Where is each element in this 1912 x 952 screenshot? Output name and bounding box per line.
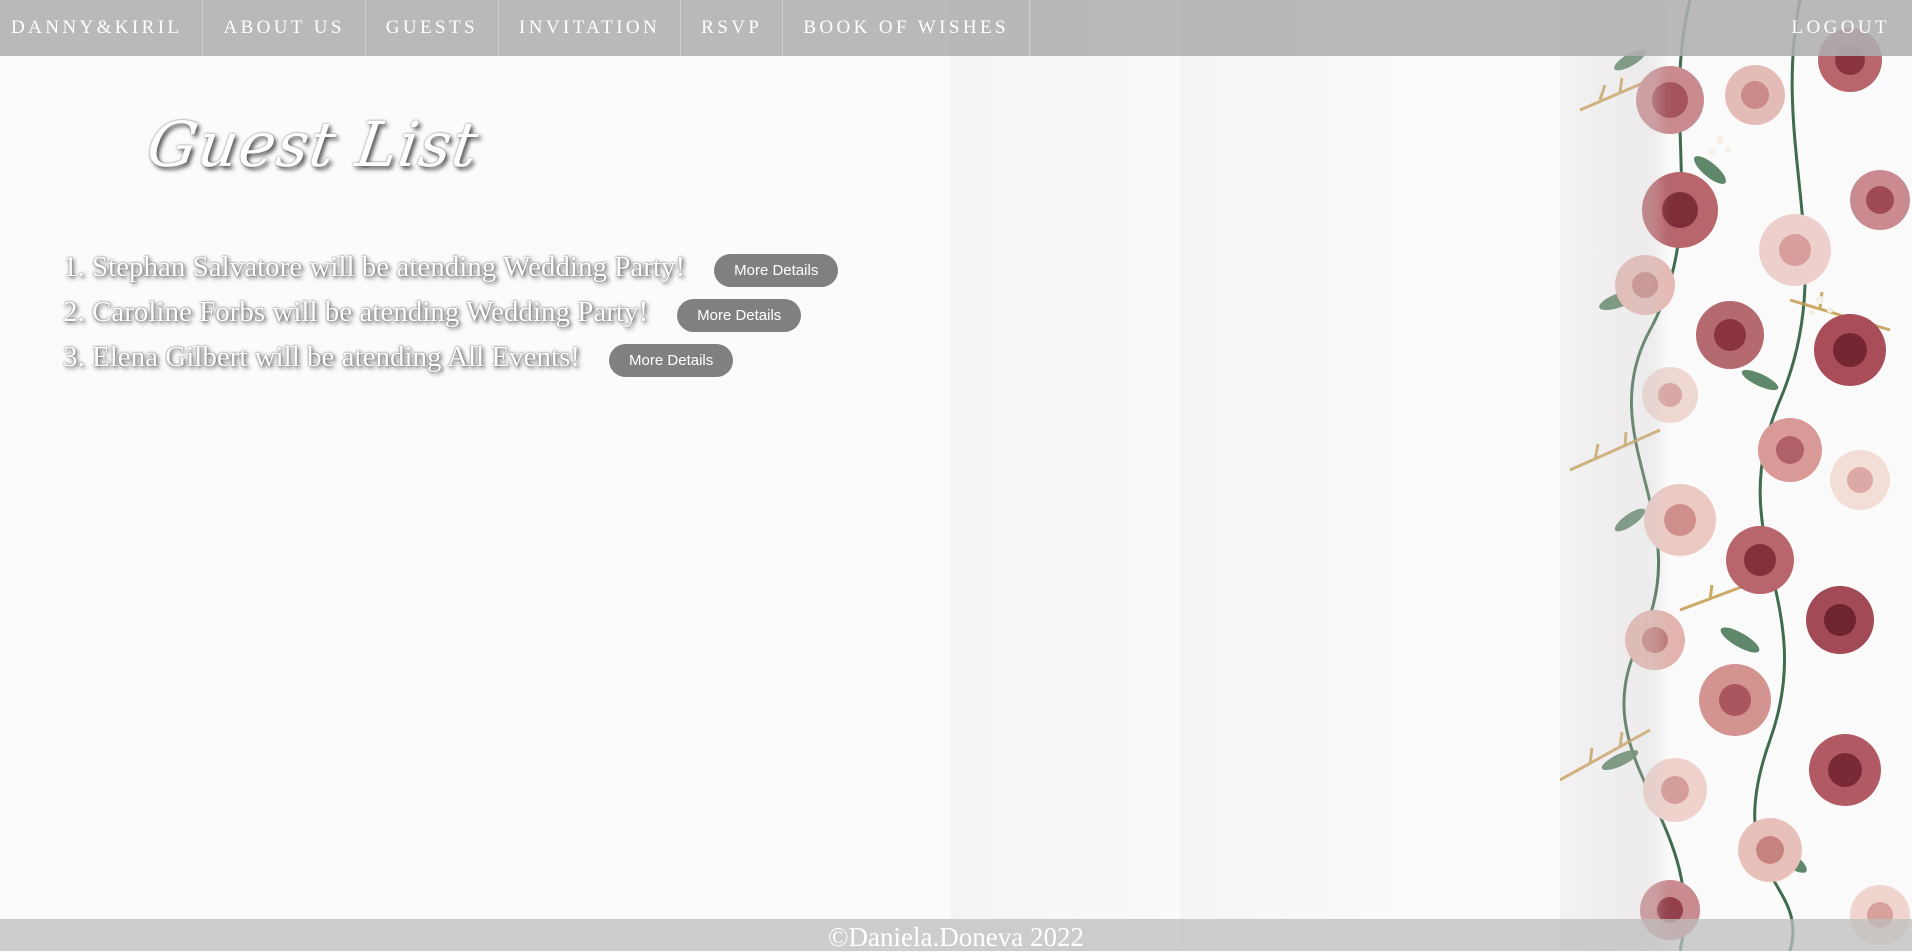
footer-copyright: ©Daniela.Doneva 2022 xyxy=(828,922,1084,952)
list-item: 1. Stephan Salvatore will be atending We… xyxy=(63,245,838,290)
more-details-button[interactable]: More Details xyxy=(714,254,838,287)
top-navbar: DANNY&KIRIL ABOUT US GUESTS INVITATION R… xyxy=(0,0,1912,56)
guest-list: 1. Stephan Salvatore will be atending We… xyxy=(63,245,838,380)
nav-item-rsvp[interactable]: RSVP xyxy=(681,0,783,56)
nav-brand-link[interactable]: DANNY&KIRIL xyxy=(0,0,203,56)
flower-decoration-image xyxy=(1560,0,1912,951)
logout-link[interactable]: LOGOUT xyxy=(1772,0,1912,56)
guest-entry-text: 3. Elena Gilbert will be atending All Ev… xyxy=(63,341,580,374)
more-details-button[interactable]: More Details xyxy=(609,344,733,377)
guest-entry-text: 1. Stephan Salvatore will be atending We… xyxy=(63,251,685,284)
more-details-button[interactable]: More Details xyxy=(677,299,801,332)
nav-item-invitation[interactable]: INVITATION xyxy=(499,0,681,56)
list-item: 3. Elena Gilbert will be atending All Ev… xyxy=(63,335,838,380)
page-title: Guest List xyxy=(143,108,484,181)
nav-item-guests[interactable]: GUESTS xyxy=(366,0,499,56)
page-footer: ©Daniela.Doneva 2022 xyxy=(0,919,1912,951)
list-item: 2. Caroline Forbs will be atending Weddi… xyxy=(63,290,838,335)
nav-item-book-of-wishes[interactable]: BOOK OF WISHES xyxy=(783,0,1030,56)
nav-item-about-us[interactable]: ABOUT US xyxy=(203,0,365,56)
nav-spacer xyxy=(1030,0,1772,56)
guest-entry-text: 2. Caroline Forbs will be atending Weddi… xyxy=(63,296,648,329)
